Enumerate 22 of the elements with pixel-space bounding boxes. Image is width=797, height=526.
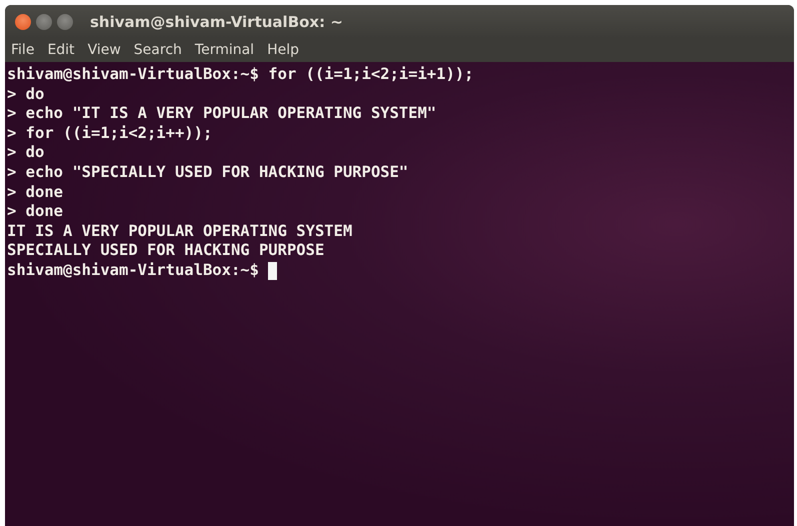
menu-item[interactable]: Search <box>134 42 182 58</box>
menu-item[interactable]: View <box>88 42 121 58</box>
terminal-line: > echo "SPECIALLY USED FOR HACKING PURPOSE" <box>7 162 410 183</box>
terminal-line: > for ((i=1;i<2;i++)); <box>7 124 214 144</box>
terminal-prompt: shivam@shivam-VirtualBox:~$ <box>7 260 259 281</box>
menu-item[interactable]: Terminal <box>194 42 254 58</box>
maximize-button[interactable] <box>57 14 73 30</box>
terminal-line: > do <box>7 143 46 163</box>
terminal-line: SPECIALLY USED FOR HACKING PURPOSE <box>7 241 326 261</box>
terminal-line: > done <box>7 202 64 222</box>
close-button[interactable] <box>15 14 31 30</box>
text-cursor <box>268 262 277 280</box>
terminal-line: > echo "IT IS A VERY POPULAR OPERATING SYSTEM" <box>7 104 438 124</box>
menu-item[interactable]: Edit <box>47 42 75 58</box>
terminal-line: shivam@shivam-VirtualBox:~$ for ((i=1;i<2;i=i+1)); <box>7 65 475 85</box>
terminal-line: > done <box>7 182 64 202</box>
menu-item[interactable]: Help <box>267 42 299 58</box>
window-title: shivam@shivam-VirtualBox: ~ <box>90 12 343 30</box>
terminal-line: > do <box>7 84 46 104</box>
minimize-button[interactable] <box>36 14 52 30</box>
menu-item[interactable]: File <box>11 42 34 58</box>
terminal-line: IT IS A VERY POPULAR OPERATING SYSTEM <box>7 222 354 242</box>
